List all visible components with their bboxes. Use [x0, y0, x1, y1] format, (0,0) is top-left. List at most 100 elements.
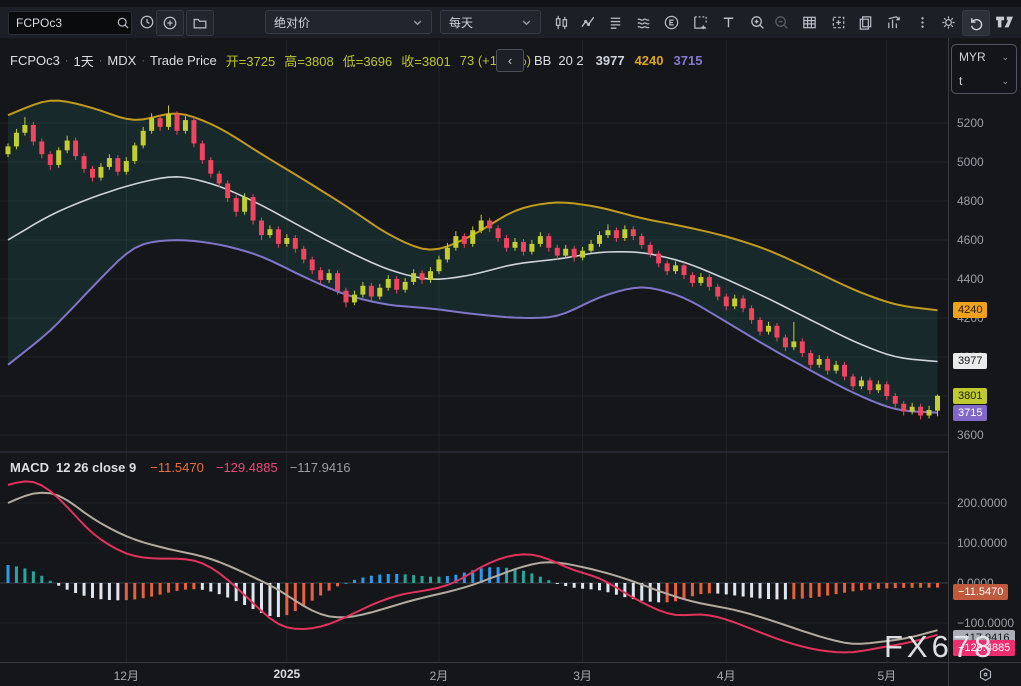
candle-body[interactable]	[504, 238, 509, 248]
candle-body[interactable]	[656, 254, 661, 264]
candle-body[interactable]	[242, 197, 247, 212]
candle-body[interactable]	[648, 245, 653, 254]
candle-body[interactable]	[893, 396, 898, 404]
candle-body[interactable]	[783, 338, 788, 348]
candle-body[interactable]	[310, 260, 315, 271]
interval-dropdown[interactable]: 每天	[440, 10, 541, 34]
legend-back-button[interactable]: ‹	[496, 49, 524, 72]
open-layout-folder-button[interactable]	[186, 10, 214, 36]
candle-body[interactable]	[529, 244, 534, 252]
candle-body[interactable]	[344, 291, 349, 303]
candle-body[interactable]	[521, 242, 526, 252]
candle-body[interactable]	[149, 118, 154, 131]
candle-body[interactable]	[208, 160, 213, 174]
symbol-search[interactable]	[8, 11, 132, 35]
candle-body[interactable]	[132, 145, 137, 161]
candle-body[interactable]	[200, 143, 205, 160]
legend-interval[interactable]: 1天	[74, 51, 94, 70]
candle-body[interactable]	[758, 320, 763, 332]
candle-body[interactable]	[267, 229, 272, 235]
bollinger-bands[interactable]	[8, 101, 938, 413]
candle-body[interactable]	[428, 271, 433, 280]
candle-body[interactable]	[115, 158, 120, 172]
candle-body[interactable]	[31, 125, 36, 142]
more-options-kebab-icon[interactable]	[909, 10, 935, 34]
candle-body[interactable]	[614, 230, 619, 238]
macd-main-line[interactable]	[8, 481, 938, 652]
candle-body[interactable]	[284, 238, 289, 244]
candle-body[interactable]	[183, 120, 188, 131]
time-axis-label[interactable]: 3月	[573, 667, 592, 684]
candle-body[interactable]	[631, 229, 636, 236]
candle-body[interactable]	[859, 380, 864, 386]
candle-body[interactable]	[665, 263, 670, 271]
time-axis-label[interactable]: 4月	[717, 667, 736, 684]
candle-body[interactable]	[876, 384, 881, 390]
chart-style-candles-button[interactable]	[548, 10, 574, 34]
multi-series-waves-icon[interactable]	[630, 10, 656, 34]
candle-body[interactable]	[175, 114, 180, 131]
time-axis[interactable]: 12月20252月3月4月5月	[0, 662, 948, 686]
indicators-button[interactable]	[575, 10, 601, 34]
candle-body[interactable]	[884, 384, 889, 396]
data-table-button[interactable]	[796, 10, 822, 34]
candle-body[interactable]	[394, 279, 399, 290]
candle-body[interactable]	[327, 273, 332, 280]
candle-body[interactable]	[301, 249, 306, 260]
candle-body[interactable]	[867, 380, 872, 390]
candle-body[interactable]	[597, 235, 602, 244]
time-axis-label[interactable]: 12月	[114, 667, 139, 684]
candle-body[interactable]	[377, 288, 382, 297]
chart-panes[interactable]	[0, 38, 948, 662]
candle-body[interactable]	[749, 308, 754, 320]
axis-unit-selector[interactable]: MYR ⌄ t ⌄	[951, 44, 1017, 94]
candle-body[interactable]	[715, 287, 720, 297]
candle-body[interactable]	[107, 158, 112, 167]
candle-body[interactable]	[124, 161, 129, 172]
candle-body[interactable]	[470, 230, 475, 244]
snapshot-button[interactable]	[825, 10, 851, 34]
candle-body[interactable]	[335, 273, 340, 291]
candle-body[interactable]	[808, 353, 813, 365]
candle-body[interactable]	[513, 242, 518, 248]
bb-indicator-legend[interactable]: ‹ BB 20 2 3977 4240 3715	[496, 49, 702, 72]
candle-body[interactable]	[369, 286, 374, 297]
candle-body[interactable]	[741, 299, 746, 309]
candle-body[interactable]	[82, 156, 87, 169]
candle-body[interactable]	[732, 299, 737, 307]
candle-body[interactable]	[411, 273, 416, 282]
candle-body[interactable]	[445, 248, 450, 260]
candle-body[interactable]	[166, 114, 171, 127]
candle-body[interactable]	[352, 295, 357, 303]
duplicate-layout-icon[interactable]	[852, 10, 878, 34]
zoom-in-button[interactable]	[744, 10, 770, 34]
candle-body[interactable]	[360, 286, 365, 295]
candle-body[interactable]	[39, 142, 44, 155]
candle-body[interactable]	[56, 150, 61, 165]
price-axis[interactable]: 520050004800460044004200400038003600200.…	[948, 38, 1021, 662]
macd-indicator-legend[interactable]: MACD 12 26 close 9 −11.5470 −129.4885 −1…	[10, 460, 351, 475]
chart-canvas[interactable]	[0, 38, 948, 662]
candle-body[interactable]	[580, 251, 585, 258]
candle-body[interactable]	[251, 197, 256, 220]
candle-body[interactable]	[817, 359, 822, 365]
indicator-template-icon[interactable]	[687, 10, 713, 34]
candle-body[interactable]	[707, 277, 712, 287]
macd-signal-line[interactable]	[8, 493, 938, 644]
settings-gear-icon[interactable]	[935, 10, 961, 34]
candle-body[interactable]	[918, 407, 923, 416]
candle-body[interactable]	[724, 297, 729, 307]
candle-body[interactable]	[22, 125, 27, 133]
candle-body[interactable]	[191, 120, 196, 143]
candle-body[interactable]	[48, 154, 53, 165]
hexagon-settings-icon[interactable]	[978, 667, 993, 682]
candle-body[interactable]	[555, 248, 560, 256]
text-tool-button[interactable]	[715, 10, 741, 34]
candle-body[interactable]	[318, 270, 323, 280]
chart-stats-button[interactable]	[880, 10, 906, 34]
candle-body[interactable]	[800, 341, 805, 353]
candle-body[interactable]	[453, 236, 458, 248]
candle-body[interactable]	[766, 326, 771, 332]
candle-body[interactable]	[436, 260, 441, 272]
candle-body[interactable]	[563, 249, 568, 256]
